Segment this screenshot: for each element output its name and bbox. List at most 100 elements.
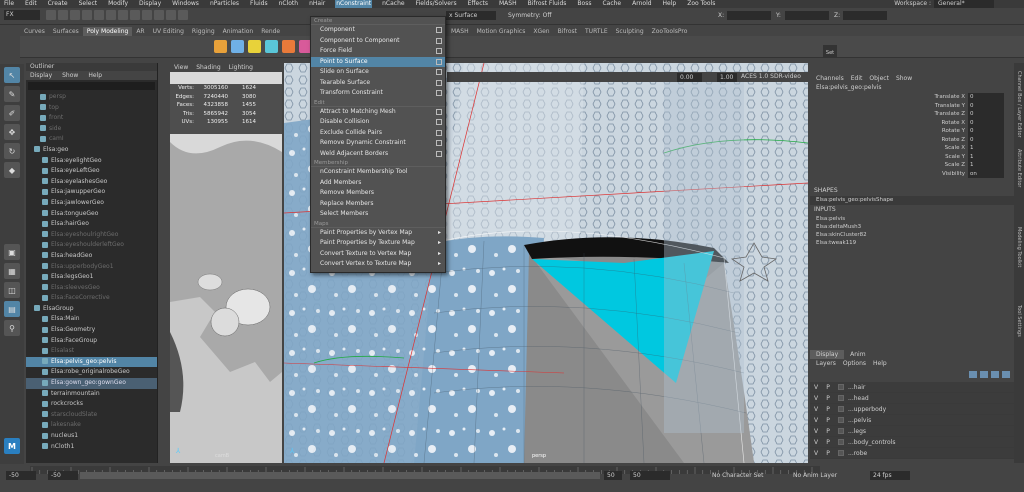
save-scene-icon[interactable]: [70, 10, 80, 20]
layer-row[interactable]: V P ...robe: [810, 448, 1014, 459]
option-box-icon[interactable]: [436, 58, 442, 65]
viewport-menu-shading[interactable]: Shading: [196, 63, 220, 72]
dropdown-item-component[interactable]: Component: [311, 25, 445, 36]
outliner-item[interactable]: Elsa:eyeshoulrightGeo: [26, 230, 157, 241]
layer-menu-help[interactable]: Help: [873, 359, 887, 368]
layer-menu-layers[interactable]: Layers: [816, 359, 836, 368]
two-view-icon[interactable]: ◫: [4, 282, 20, 298]
shelf-tool-icon[interactable]: [231, 40, 244, 53]
dropdown-item-force-field[interactable]: Force Field: [311, 46, 445, 57]
dropdown-item-nconstraint-membership-tool[interactable]: nConstraint Membership Tool: [311, 167, 445, 178]
layer-color-swatch[interactable]: [838, 384, 844, 390]
outliner-item[interactable]: Elsa:eyeshoulderleftGeo: [26, 240, 157, 251]
viewport-menu-view[interactable]: View: [174, 63, 188, 72]
menu-file[interactable]: File: [3, 0, 15, 8]
menu-cache[interactable]: Cache: [601, 0, 622, 8]
channel-attr-value[interactable]: 1: [968, 144, 1004, 153]
channel-attr-value[interactable]: 0: [968, 135, 1004, 144]
layer-color-swatch[interactable]: [838, 406, 844, 412]
channel-attr-row[interactable]: Visibility on: [810, 169, 1014, 178]
layer-color-swatch[interactable]: [838, 395, 844, 401]
exposure-field[interactable]: 0.00: [677, 73, 702, 82]
dropdown-item-convert-vertex-to-texture-map[interactable]: Convert Vertex to Texture Map ▸: [311, 259, 445, 270]
channel-attr-row[interactable]: Rotate Z0: [810, 135, 1014, 144]
fps-selector[interactable]: 24 fps: [870, 471, 910, 480]
menu-arnold[interactable]: Arnold: [631, 0, 652, 8]
outliner-item[interactable]: Elsa:eyelashesGeo: [26, 177, 157, 188]
snap-point-icon[interactable]: [166, 10, 176, 20]
channel-attr-row[interactable]: Scale Z1: [810, 161, 1014, 170]
dropdown-item-remove-members[interactable]: Remove Members: [311, 188, 445, 199]
side-tab[interactable]: Tool Settings: [1014, 305, 1024, 375]
layer-playback-toggle[interactable]: P: [822, 426, 834, 436]
outliner-item[interactable]: Elsa:upperbodyGeo1: [26, 262, 157, 273]
layer-tab-anim[interactable]: Anim: [844, 350, 871, 359]
menu-ncache[interactable]: nCache: [381, 0, 405, 8]
layer-visibility-toggle[interactable]: V: [810, 404, 822, 414]
channel-attr-value[interactable]: 1: [968, 161, 1004, 170]
layer-visibility-toggle[interactable]: V: [810, 448, 822, 458]
layer-row[interactable]: V P ...head: [810, 393, 1014, 404]
character-set-selector[interactable]: No Character Set: [712, 471, 763, 480]
menu-fields-solvers[interactable]: Fields/Solvers: [415, 0, 458, 8]
range-start-outer[interactable]: -50: [6, 471, 36, 480]
dropdown-item-component-to-component[interactable]: Component to Component: [311, 36, 445, 47]
snap-surface-icon[interactable]: [178, 10, 188, 20]
layer-row[interactable]: V P ...hair: [810, 382, 1014, 393]
move-layer-down-icon[interactable]: [980, 371, 988, 378]
input-node[interactable]: Elsa:pelvis: [810, 215, 1014, 223]
layer-visibility-toggle[interactable]: V: [810, 415, 822, 425]
dropdown-item-point-to-surface[interactable]: Point to Surface: [311, 56, 445, 67]
dropdown-item-convert-texture-to-vertex-map[interactable]: Convert Texture to Vertex Map ▸: [311, 249, 445, 260]
layer-row[interactable]: V P ...upperbody: [810, 404, 1014, 415]
select-hierarchy-icon[interactable]: [106, 10, 116, 20]
range-start-inner[interactable]: -50: [48, 471, 78, 480]
option-box-icon[interactable]: [436, 140, 442, 146]
option-box-icon[interactable]: [436, 119, 442, 125]
channel-menu-channels[interactable]: Channels: [816, 74, 844, 83]
outliner-item[interactable]: terrainmountain: [26, 389, 157, 400]
workspace-value[interactable]: General*: [934, 0, 994, 8]
outliner-item[interactable]: persp: [26, 92, 157, 103]
menu-set-dropdown[interactable]: FX: [4, 10, 40, 20]
shelf-tool-icon[interactable]: [282, 40, 295, 53]
shelf-tab-rigging[interactable]: Rigging: [188, 27, 219, 36]
layer-visibility-toggle[interactable]: V: [810, 426, 822, 436]
shape-name[interactable]: Elsa:pelvis_geo:pelvisShape: [810, 196, 1014, 205]
layer-visibility-toggle[interactable]: V: [810, 382, 822, 392]
channel-attr-row[interactable]: Rotate X0: [810, 118, 1014, 127]
option-box-icon[interactable]: [436, 27, 442, 33]
new-scene-icon[interactable]: [46, 10, 56, 20]
side-tab[interactable]: Channel Box / Layer Editor: [1014, 71, 1024, 141]
outliner-item[interactable]: Elsa:tongueGeo: [26, 209, 157, 220]
channel-attr-row[interactable]: Scale Y1: [810, 152, 1014, 161]
colorspace-selector[interactable]: ACES 1.0 SDR-video: [741, 72, 801, 82]
channel-attr-value[interactable]: 1: [968, 152, 1004, 161]
outliner-item[interactable]: camI: [26, 134, 157, 145]
search-icon[interactable]: ⚲: [4, 320, 20, 336]
scale-tool-icon[interactable]: ◆: [4, 162, 20, 178]
shelf-tool-icon[interactable]: [265, 40, 278, 53]
anim-layer-selector[interactable]: No Anim Layer: [793, 471, 837, 480]
workspace-selector[interactable]: Workspace : General*: [894, 0, 994, 8]
outliner-item[interactable]: Elsa:eyeLeftGeo: [26, 166, 157, 177]
channel-attr-value[interactable]: 0: [968, 101, 1004, 110]
menu-zoo-tools[interactable]: Zoo Tools: [686, 0, 716, 8]
shelf-tab-bifrost[interactable]: Bifrost: [554, 27, 581, 36]
menu-ncloth[interactable]: nCloth: [278, 0, 300, 8]
channel-attr-value[interactable]: 0: [968, 110, 1004, 119]
outliner-item[interactable]: Elsa:jawupperGeo: [26, 187, 157, 198]
outliner-item[interactable]: ElsaGroup: [26, 304, 157, 315]
option-box-icon[interactable]: [436, 79, 442, 86]
channel-attr-row[interactable]: Translate Z0: [810, 110, 1014, 119]
layer-row[interactable]: V P ...pelvis: [810, 415, 1014, 426]
select-tool-icon[interactable]: ↖: [4, 67, 20, 83]
four-view-icon[interactable]: ▦: [4, 263, 20, 279]
outliner-item[interactable]: starscloudSlate: [26, 410, 157, 421]
shelf-tab-surfaces[interactable]: Surfaces: [49, 27, 83, 36]
menu-nparticles[interactable]: nParticles: [209, 0, 240, 8]
shelf-tab-rende[interactable]: Rende: [257, 27, 284, 36]
menu-boss[interactable]: Boss: [576, 0, 592, 8]
option-box-icon[interactable]: [436, 69, 442, 75]
channel-attr-row[interactable]: Scale X1: [810, 144, 1014, 153]
